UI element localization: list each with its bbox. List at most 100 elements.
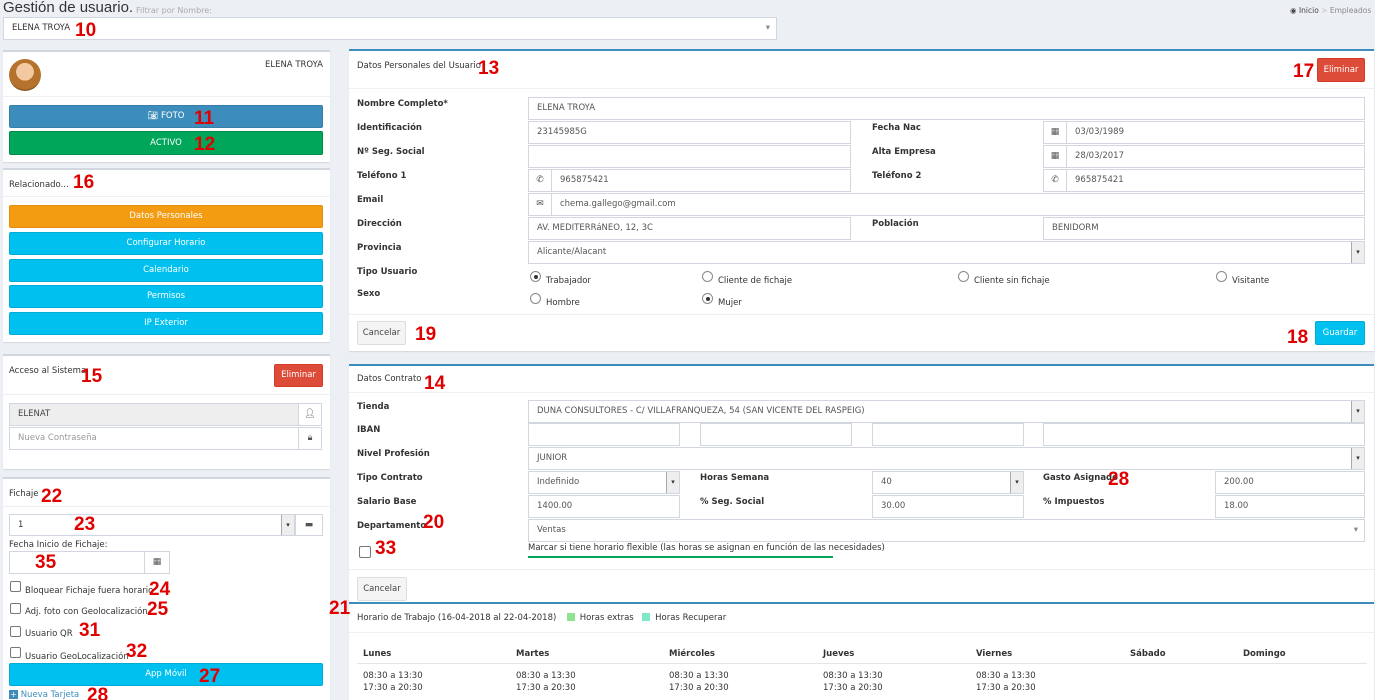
related-datos-personales[interactable]: Datos Personales [9, 205, 323, 228]
legend-recover-swatch [642, 613, 651, 621]
email-value: chema.gallego@gmail.com [560, 199, 676, 209]
day-miercoles: Miércoles [669, 649, 715, 659]
id-value: 23145985G [537, 127, 587, 137]
province-select[interactable]: Alicante/Alacant ▾ [528, 241, 1365, 264]
user-type-cliente-sin-fichaje-label: Cliente sin fichaje [974, 276, 1050, 286]
related-calendario[interactable]: Calendario [9, 259, 323, 282]
qr-user-checkbox[interactable] [10, 626, 21, 637]
iban-input-1[interactable] [528, 423, 680, 446]
fichaje-select[interactable]: 1 ▾ [9, 514, 295, 536]
username-field[interactable]: ELENAT [9, 403, 299, 426]
card-icon[interactable]: ▬ [295, 514, 323, 536]
tax-pct-value: 18.00 [1224, 501, 1249, 511]
geo-user-checkbox[interactable] [10, 647, 21, 658]
annotation-16: 16 [73, 172, 95, 193]
calendar-icon[interactable]: ▦ [1043, 145, 1067, 168]
chevron-down-icon: ▾ [666, 472, 679, 493]
level-select[interactable]: JUNIOR ▾ [528, 447, 1365, 470]
iban-input-2[interactable] [700, 423, 852, 446]
tax-pct-input[interactable]: 18.00 [1215, 495, 1365, 518]
annotation-15: 15 [81, 366, 103, 387]
plus-square-icon: + [9, 690, 18, 699]
hire-input[interactable]: 28/03/2017 [1066, 145, 1365, 168]
related-title: Relacionado... [9, 180, 69, 190]
block-outside-hours-checkbox[interactable] [10, 581, 21, 592]
annotation-28b: 28 [87, 685, 109, 700]
schedule-cell-viernes: 08:30 a 13:30 17:30 a 20:30 [976, 670, 1036, 694]
day-martes: Martes [516, 649, 550, 659]
divider [3, 196, 330, 197]
sex-hombre-label: Hombre [546, 298, 580, 308]
phone2-input[interactable]: 965875421 [1066, 169, 1365, 192]
expense-input[interactable]: 200.00 [1215, 471, 1365, 494]
user-type-radio-cliente-sin-fichaje[interactable] [958, 271, 969, 282]
save-button[interactable]: Guardar [1315, 321, 1365, 345]
email-input[interactable]: chema.gallego@gmail.com [551, 193, 1365, 216]
contract-type-label: Tipo Contrato [357, 473, 423, 483]
related-ip-exterior[interactable]: IP Exterior [9, 312, 323, 335]
city-label: Población [872, 219, 919, 229]
salary-label: Salario Base [357, 497, 417, 507]
birth-value: 03/03/1989 [1075, 127, 1124, 137]
related-permisos[interactable]: Permisos [9, 285, 323, 308]
annotation-21: 21 [329, 598, 351, 619]
sex-radio-hombre[interactable] [530, 293, 541, 304]
full-name-input[interactable]: ELENA TROYA [528, 97, 1365, 120]
user-select[interactable]: ELENA TROYA ▾ [3, 17, 777, 40]
address-input[interactable]: AV. MEDITERRáNEO, 12, 3C [528, 217, 851, 240]
new-card-label: Nueva Tarjeta [20, 690, 80, 700]
province-value: Alicante/Alacant [537, 247, 607, 257]
annotation-11: 11 [194, 108, 215, 129]
sex-label: Sexo [357, 289, 381, 299]
ss-input[interactable] [528, 145, 851, 168]
annotation-14: 14 [424, 373, 446, 394]
password-field[interactable]: Nueva Contraseña [9, 427, 299, 450]
contract-cancel-button[interactable]: Cancelar [357, 577, 407, 601]
photo-button[interactable]: 📷︎ FOTO [9, 105, 323, 128]
day-viernes: Viernes [976, 649, 1013, 659]
personal-delete-button[interactable]: Eliminar [1317, 58, 1365, 82]
flexible-schedule-checkbox[interactable] [359, 546, 371, 558]
access-delete-button[interactable]: Eliminar [274, 364, 323, 387]
city-input[interactable]: BENIDORM [1043, 217, 1365, 240]
annotation-28: 28 [1108, 469, 1130, 490]
birth-input[interactable]: 03/03/1989 [1066, 121, 1365, 144]
app-movil-button[interactable]: App Móvil [9, 663, 323, 686]
lock-icon: 🔒︎ [298, 427, 322, 450]
store-label: Tienda [357, 402, 390, 412]
user-type-radio-trabajador[interactable] [530, 271, 541, 282]
store-select[interactable]: DUNA CONSULTORES - C/ VILLAFRANQUEZA, 54… [528, 400, 1365, 423]
department-select[interactable]: Ventas ▾ [528, 519, 1365, 542]
personal-cancel-button[interactable]: Cancelar [357, 321, 406, 345]
status-button[interactable]: ACTIVO [9, 131, 323, 155]
breadcrumb-home[interactable]: Inicio [1299, 6, 1319, 15]
calendar-icon[interactable]: ▦ [144, 551, 170, 574]
ss-pct-input[interactable]: 30.00 [872, 495, 1024, 518]
ss-pct-value: 30.00 [881, 501, 906, 511]
iban-input-3[interactable] [872, 423, 1024, 446]
geo-photo-checkbox[interactable] [10, 603, 21, 614]
schedule-cell-jueves: 08:30 a 13:30 17:30 a 20:30 [823, 670, 883, 694]
iban-input-4[interactable] [1043, 423, 1365, 446]
divider [349, 569, 1374, 570]
calendar-icon[interactable]: ▦ [1043, 121, 1067, 144]
envelope-icon: ✉ [528, 193, 552, 216]
sex-radio-mujer[interactable] [702, 293, 713, 304]
contract-type-select[interactable]: Indefinido ▾ [528, 471, 680, 494]
user-type-radio-cliente-fichaje[interactable] [702, 271, 713, 282]
ss-label: Nº Seg. Social [357, 147, 425, 157]
hours-select[interactable]: 40 ▾ [872, 471, 1024, 494]
new-card-link[interactable]: + Nueva Tarjeta [9, 690, 79, 700]
id-input[interactable]: 23145985G [528, 121, 851, 144]
tax-pct-label: % Impuestos [1043, 497, 1105, 507]
block-outside-hours-label: Bloquear Fichaje fuera horario [25, 586, 154, 596]
start-date-input[interactable] [9, 551, 145, 574]
phone1-label: Teléfono 1 [357, 171, 407, 181]
user-type-radio-visitante[interactable] [1216, 271, 1227, 282]
schedule-box: Horario de Trabajo (16-04-2018 al 22-04-… [349, 602, 1374, 700]
related-configurar-horario[interactable]: Configurar Horario [9, 232, 323, 255]
phone1-input[interactable]: 965875421 [551, 169, 851, 192]
salary-input[interactable]: 1400.00 [528, 495, 680, 518]
slot-afternoon: 17:30 a 20:30 [823, 683, 883, 693]
annotation-22: 22 [41, 486, 63, 507]
